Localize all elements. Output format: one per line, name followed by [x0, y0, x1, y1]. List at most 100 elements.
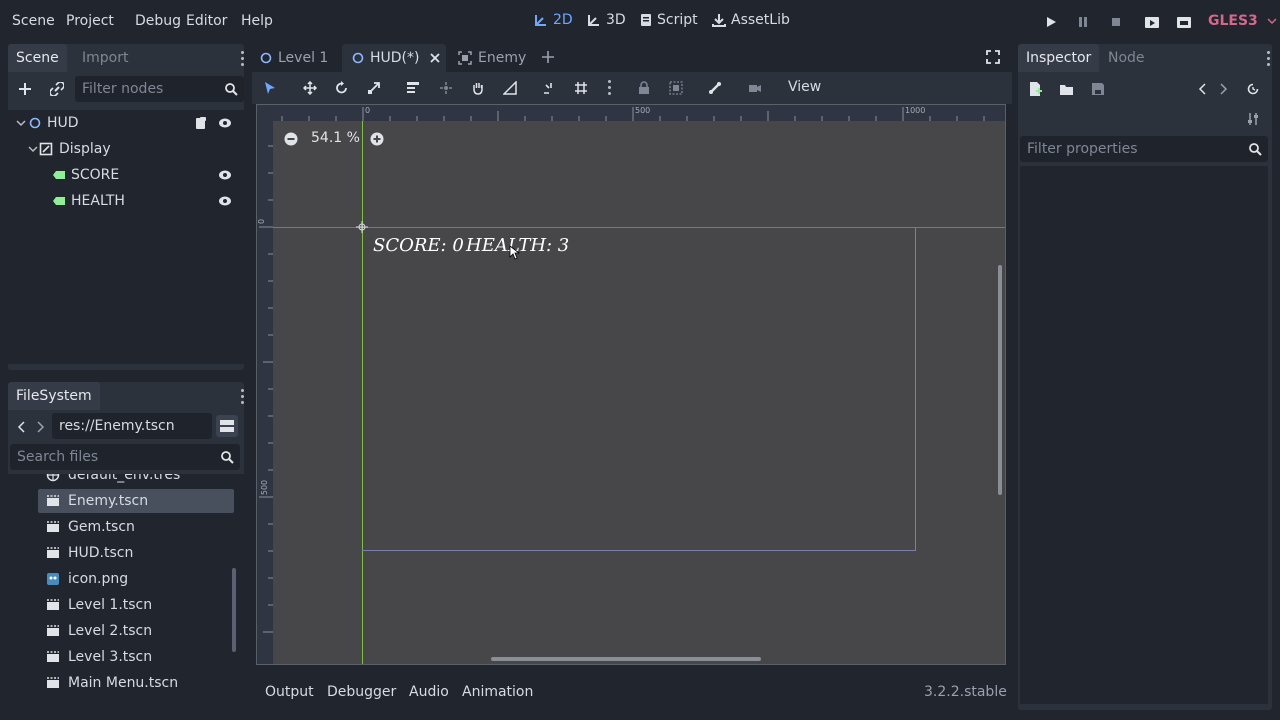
- add-node-button[interactable]: [16, 80, 34, 98]
- tab-filesystem[interactable]: FileSystem: [8, 382, 100, 410]
- tree-node-score[interactable]: SCORE: [8, 163, 244, 187]
- history-icon[interactable]: [1246, 82, 1260, 96]
- rotate-tool-icon[interactable]: [335, 81, 349, 95]
- chevron-right-icon[interactable]: [1220, 83, 1228, 95]
- save-icon[interactable]: [1091, 82, 1105, 96]
- menu-help[interactable]: Help: [241, 13, 273, 29]
- pivot-tool-icon[interactable]: [439, 81, 453, 95]
- filesystem-dock-menu-icon[interactable]: [241, 389, 244, 407]
- renderer-selector[interactable]: GLES3: [1208, 13, 1277, 29]
- scene-dock-menu-icon[interactable]: [241, 51, 245, 69]
- select-tool-icon[interactable]: [263, 81, 277, 95]
- chevron-left-icon[interactable]: [1198, 83, 1206, 95]
- zoom-in-button[interactable]: [369, 131, 385, 147]
- instance-scene-button[interactable]: [48, 80, 66, 98]
- menu-debug[interactable]: Debug: [135, 13, 181, 29]
- visibility-icon[interactable]: [218, 195, 232, 207]
- smart-snap-icon[interactable]: [543, 81, 557, 95]
- path-field[interactable]: res://Enemy.tscn: [52, 413, 212, 439]
- file-item-level-3[interactable]: Level 3.tscn: [38, 645, 234, 669]
- tree-node-health[interactable]: HEALTH: [8, 189, 244, 213]
- mode-3d-button[interactable]: 3D: [586, 12, 626, 28]
- list-selectable-icon[interactable]: [406, 81, 420, 95]
- zoom-out-button[interactable]: [283, 131, 299, 147]
- tab-level-1[interactable]: Level 1: [260, 44, 328, 72]
- renderer-label: GLES3: [1208, 13, 1258, 29]
- history-forward-button[interactable]: [34, 418, 48, 436]
- play-scene-button[interactable]: [1143, 13, 1161, 31]
- tab-import[interactable]: Import: [74, 44, 136, 72]
- file-item-level-2[interactable]: Level 2.tscn: [38, 619, 234, 643]
- snap-options-icon[interactable]: [608, 80, 612, 98]
- menu-editor[interactable]: Editor: [186, 13, 227, 29]
- grid-snap-icon[interactable]: [574, 81, 588, 95]
- tab-enemy[interactable]: Enemy: [458, 44, 526, 72]
- vertical-scrollbar[interactable]: [998, 265, 1002, 495]
- tree-node-display[interactable]: Display: [8, 137, 244, 161]
- search-files-input[interactable]: Search files: [10, 444, 240, 470]
- stop-icon: [1112, 18, 1120, 26]
- plus-icon: [19, 83, 31, 95]
- view-menu[interactable]: View: [788, 79, 821, 95]
- tree-node-hud[interactable]: HUD: [8, 111, 244, 135]
- menu-scene[interactable]: Scene: [12, 13, 55, 29]
- pan-tool-icon[interactable]: [471, 81, 485, 95]
- game-viewport-rect: [362, 227, 916, 551]
- mode-2d-label: 2D: [553, 12, 573, 28]
- close-icon[interactable]: [430, 53, 440, 63]
- new-scene-tab-button[interactable]: [541, 50, 557, 66]
- open-folder-icon[interactable]: [1059, 82, 1075, 96]
- stop-button[interactable]: [1107, 13, 1125, 31]
- pause-button[interactable]: [1074, 13, 1092, 31]
- visibility-icon[interactable]: [218, 169, 232, 181]
- file-item-level-1[interactable]: Level 1.tscn: [38, 593, 234, 617]
- history-back-button[interactable]: [14, 418, 28, 436]
- file-item-icon-png[interactable]: icon.png: [38, 567, 234, 591]
- menu-project[interactable]: Project: [66, 13, 114, 29]
- tab-node[interactable]: Node: [1100, 44, 1153, 72]
- file-item-enemy[interactable]: Enemy.tscn: [38, 489, 234, 513]
- file-item-main-menu[interactable]: Main Menu.tscn: [38, 671, 234, 695]
- play-custom-button[interactable]: [1175, 13, 1193, 31]
- filter-properties-input[interactable]: Filter properties: [1020, 136, 1268, 162]
- filter-nodes-input[interactable]: Filter nodes: [75, 76, 244, 102]
- group-icon[interactable]: [669, 81, 683, 95]
- scale-tool-icon[interactable]: [367, 81, 381, 95]
- canvas-score-label[interactable]: SCORE: 0: [373, 235, 464, 256]
- new-resource-icon[interactable]: [1028, 81, 1042, 97]
- mode-assetlib-button[interactable]: AssetLib: [711, 12, 790, 28]
- container-icon: [458, 51, 472, 65]
- horizontal-scrollbar[interactable]: [491, 657, 761, 661]
- visibility-icon[interactable]: [218, 117, 232, 129]
- zoom-reset-button[interactable]: 54.1 %: [311, 130, 360, 146]
- object-properties-icon[interactable]: [1246, 112, 1260, 126]
- play-button[interactable]: [1042, 13, 1060, 31]
- search-icon: [221, 451, 234, 464]
- script-attached-icon[interactable]: [194, 116, 208, 130]
- mode-script-button[interactable]: Script: [639, 12, 698, 28]
- canvas-viewport[interactable]: 0 500 1000 0 500 54.1 % SCORE: 0 HEALTH:…: [256, 104, 1006, 665]
- file-item-gem[interactable]: Gem.tscn: [38, 515, 234, 539]
- tab-hud[interactable]: HUD(*): [342, 44, 446, 72]
- bone-icon[interactable]: [708, 81, 722, 95]
- inspector-dock-menu-icon[interactable]: [1267, 51, 1271, 69]
- toggle-split-button[interactable]: [216, 415, 238, 437]
- file-list-scrollbar[interactable]: [232, 568, 236, 652]
- plus-icon: [542, 51, 554, 63]
- tab-scene[interactable]: Scene: [8, 44, 67, 72]
- camera-override-icon[interactable]: [748, 81, 762, 95]
- mode-2d-button[interactable]: 2D: [533, 12, 573, 28]
- tab-inspector[interactable]: Inspector: [1018, 44, 1100, 72]
- lock-icon[interactable]: [637, 81, 651, 95]
- tab-debugger[interactable]: Debugger: [327, 684, 396, 700]
- distraction-free-button[interactable]: [986, 50, 1002, 66]
- ruler-tool-icon[interactable]: [503, 81, 517, 95]
- file-item-default-env[interactable]: default_env.tres: [38, 474, 234, 487]
- tab-animation[interactable]: Animation: [462, 684, 533, 700]
- file-item-hud[interactable]: HUD.tscn: [38, 541, 234, 565]
- tab-audio[interactable]: Audio: [409, 684, 449, 700]
- scene-tabs: Level 1 HUD(*) Enemy: [252, 44, 1012, 72]
- move-tool-icon[interactable]: [303, 81, 317, 95]
- tab-output[interactable]: Output: [265, 684, 314, 700]
- origin-gizmo-icon: [356, 221, 368, 233]
